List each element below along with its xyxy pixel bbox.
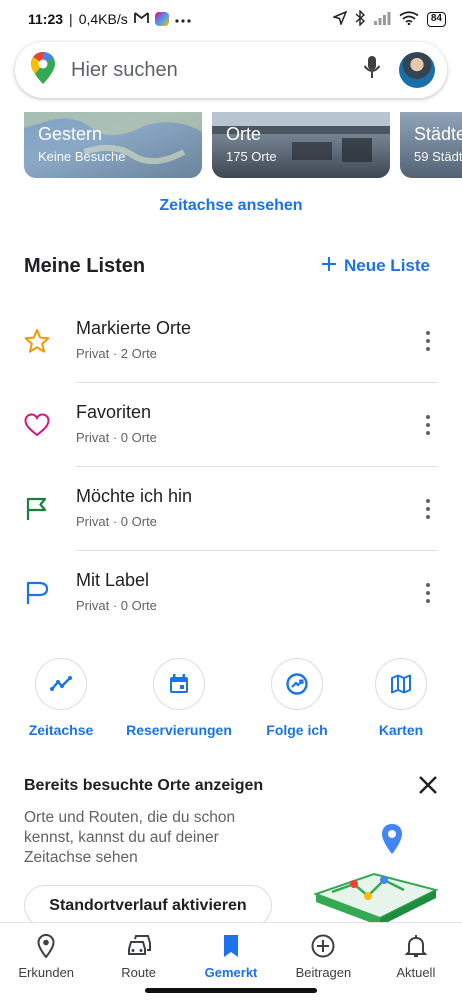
label-icon: [24, 580, 50, 606]
quick-action-label: Karten: [378, 722, 424, 738]
enable-location-history-button[interactable]: Standortverlauf aktivieren: [24, 885, 272, 927]
new-list-label: Neue Liste: [344, 256, 430, 275]
card-places[interactable]: Orte 175 Orte: [212, 112, 390, 178]
quick-action-following[interactable]: Folge ich: [242, 658, 352, 738]
list-meta: Privat · 0 Orte: [76, 430, 157, 445]
timeline-cards: Gestern Keine Besuche Orte 175 Orte Städ…: [24, 112, 462, 178]
following-icon: [271, 658, 323, 710]
nav-updates[interactable]: Aktuell: [370, 923, 462, 1000]
signal-icon: [373, 11, 391, 28]
search-input[interactable]: Hier suchen: [71, 59, 363, 82]
location-arrow-icon: [331, 10, 348, 28]
list-meta: Privat · 0 Orte: [76, 514, 157, 529]
nav-explore[interactable]: Erkunden: [0, 923, 92, 1000]
view-timeline-link[interactable]: Zeitachse ansehen: [0, 197, 462, 215]
microphone-icon[interactable]: [363, 55, 381, 86]
explore-pin-icon: [33, 933, 59, 959]
card-title: Gestern: [38, 124, 103, 144]
maps-pin-logo: [31, 51, 55, 89]
close-icon[interactable]: [416, 773, 440, 797]
add-circle-icon: [310, 933, 336, 959]
avatar[interactable]: [399, 52, 435, 88]
card-yesterday[interactable]: Gestern Keine Besuche: [24, 112, 202, 178]
quick-action-reservations[interactable]: Reservierungen: [124, 658, 234, 738]
card-subtitle: 175 Orte: [226, 149, 277, 164]
star-icon: [24, 328, 50, 354]
list-item-want-to-go[interactable]: Möchte ich hin Privat · 0 Orte: [0, 468, 462, 552]
bluetooth-icon: [355, 8, 365, 29]
wifi-icon: [399, 10, 419, 28]
map-thumbnail: [24, 112, 202, 165]
divider: [76, 550, 438, 551]
list-name: Mit Label: [76, 570, 150, 590]
card-subtitle: Keine Besuche: [38, 149, 126, 164]
photo-thumbnail: [212, 112, 390, 162]
new-list-button[interactable]: Neue Liste: [322, 256, 430, 276]
card-title: Städte: [414, 124, 462, 144]
plus-icon: [322, 256, 337, 276]
promo-title: Bereits besuchte Orte anzeigen: [24, 777, 264, 794]
home-indicator: [145, 988, 317, 993]
list-name: Möchte ich hin: [76, 486, 193, 506]
flag-icon: [24, 496, 50, 522]
quick-action-label: Zeitachse: [28, 722, 94, 738]
quick-action-label: Reservierungen: [126, 722, 232, 738]
battery-icon: 84: [426, 11, 446, 27]
status-speed: 0,4KB/s: [78, 11, 128, 27]
status-bar: 11:23 | 0,4KB/s 84: [0, 0, 462, 38]
nav-label: Route: [121, 965, 156, 980]
car-icon: [126, 933, 152, 959]
status-time: 11:23: [28, 11, 64, 27]
quick-action-label: Folge ich: [266, 722, 328, 738]
more-options-icon[interactable]: [422, 412, 434, 438]
more-options-icon[interactable]: [422, 580, 434, 606]
nav-label: Gemerkt: [204, 965, 258, 980]
quick-action-maps[interactable]: Karten: [346, 658, 456, 738]
list-name: Favoriten: [76, 402, 152, 422]
gmail-icon: [133, 11, 149, 27]
bell-icon: [403, 933, 429, 959]
list-meta: Privat · 2 Orte: [76, 346, 157, 361]
divider: [76, 466, 438, 467]
app-icon: [154, 12, 169, 26]
promo-body: Orte und Routen, die du schon kennst, ka…: [24, 809, 236, 866]
card-title: Orte: [226, 124, 262, 144]
timeline-icon: [35, 658, 87, 710]
list-item-starred[interactable]: Markierte Orte Privat · 2 Orte: [0, 300, 462, 384]
more-dots-icon: [175, 11, 191, 27]
card-cities[interactable]: Städte 59 Städte: [400, 112, 462, 178]
card-subtitle: 59 Städte: [414, 149, 462, 164]
bookmark-icon: [218, 933, 244, 959]
quick-action-timeline[interactable]: Zeitachse: [6, 658, 116, 738]
more-options-icon[interactable]: [422, 496, 434, 522]
list-item-favorites[interactable]: Favoriten Privat · 0 Orte: [0, 384, 462, 468]
list-meta: Privat · 0 Orte: [76, 598, 157, 613]
nav-label: Beitragen: [295, 965, 352, 980]
map-book-illustration: [313, 824, 439, 926]
map-icon: [375, 658, 427, 710]
more-options-icon[interactable]: [422, 328, 434, 354]
calendar-icon: [153, 658, 205, 710]
divider: [76, 382, 438, 383]
list-item-labeled[interactable]: Mit Label Privat · 0 Orte: [0, 552, 462, 636]
heart-icon: [24, 412, 50, 438]
my-lists-heading: Meine Listen: [24, 255, 146, 277]
search-bar[interactable]: Hier suchen: [15, 42, 447, 98]
status-separator: |: [69, 11, 73, 27]
nav-label: Aktuell: [396, 965, 436, 980]
list-name: Markierte Orte: [76, 318, 192, 338]
nav-label: Erkunden: [18, 965, 75, 980]
